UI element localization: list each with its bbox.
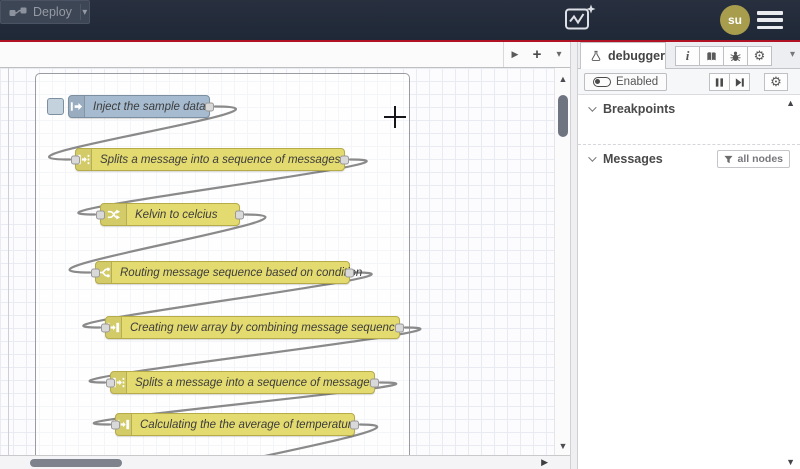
chevron-down-icon	[588, 103, 597, 112]
message-filter-button[interactable]: all nodes	[717, 150, 790, 168]
book-icon	[705, 50, 718, 63]
flow-node-change[interactable]: Kelvin to celcius	[96, 203, 244, 226]
deploy-button[interactable]: Deploy ▾	[0, 0, 90, 24]
scroll-up-icon[interactable]: ▲	[555, 74, 571, 84]
info-tab-button[interactable]: i	[675, 46, 700, 66]
sidebar-menu-caret-icon[interactable]: ▾	[790, 49, 795, 60]
flow-tabbar: ▶ + ▾	[0, 42, 570, 68]
node-label: Creating new array by combining message …	[130, 321, 402, 334]
node-output-port[interactable]	[235, 210, 244, 219]
pause-button[interactable]	[709, 73, 730, 91]
flow-node-join[interactable]: Calculating the the average of temperatu…	[111, 413, 359, 436]
step-forward-icon	[734, 77, 745, 88]
canvas-vertical-scrollbar[interactable]: ▲ ▼	[554, 68, 570, 455]
node-input-port[interactable]	[106, 378, 115, 387]
sidebar-tab-buttons: i ⚙	[675, 46, 772, 66]
node-input-port[interactable]	[101, 323, 110, 332]
sidebar-tabbar: debugger i ⚙ ▾	[578, 42, 800, 69]
breakpoints-section-header[interactable]: Breakpoints	[578, 95, 800, 123]
funnel-icon	[724, 155, 734, 164]
scroll-down-icon[interactable]: ▼	[555, 441, 571, 451]
sidebar-scroll-down-icon[interactable]: ▼	[786, 457, 795, 467]
breakpoints-list	[578, 123, 800, 145]
user-avatar[interactable]: su	[720, 5, 750, 35]
flow-sparkle-icon	[564, 4, 597, 37]
debugger-enabled-toggle[interactable]: Enabled	[584, 73, 668, 91]
debugger-step-controls	[709, 73, 750, 91]
flow-list-button[interactable]: ▾	[548, 42, 570, 67]
flow-tab-actions: ▶ + ▾	[503, 42, 570, 67]
node-input-port[interactable]	[111, 420, 120, 429]
messages-title: Messages	[603, 152, 663, 166]
node-output-port[interactable]	[350, 420, 359, 429]
sidebar-resize-handle[interactable]	[570, 42, 578, 469]
node-output-port[interactable]	[345, 268, 354, 277]
menu-icon	[757, 11, 783, 15]
step-button[interactable]	[729, 73, 750, 91]
scroll-tabs-right-button[interactable]: ▶	[504, 42, 526, 67]
node-label: Splits a message into a sequence of mess…	[100, 153, 344, 166]
config-tab-button[interactable]: ⚙	[747, 46, 772, 66]
avatar-initials: su	[727, 13, 742, 27]
flow-node-switch[interactable]: Routing message sequence based on condit…	[91, 261, 362, 284]
node-label: Routing message sequence based on condit…	[120, 266, 363, 279]
flow-node-split[interactable]: Splits a message into a sequence of mess…	[106, 371, 379, 394]
tab-debugger[interactable]: debugger	[580, 42, 666, 69]
flow-preview-button[interactable]	[563, 4, 597, 37]
header-bar: Deploy ▾ su	[0, 0, 800, 40]
node-output-port[interactable]	[370, 378, 379, 387]
workspace: ▶ + ▾ Inject the sample data Splits a mes…	[0, 42, 570, 469]
node-input-port[interactable]	[96, 210, 105, 219]
flow-node-join[interactable]: Creating new array by combining message …	[101, 316, 404, 339]
flask-icon	[590, 50, 602, 62]
toggle-on-icon	[593, 77, 611, 87]
node-label: Inject the sample data	[93, 100, 206, 113]
add-flow-button[interactable]: +	[526, 42, 548, 67]
sidebar: debugger i ⚙ ▾ Enabled ⚙ Breakpoints Mes…	[578, 42, 800, 469]
breakpoints-title: Breakpoints	[603, 102, 676, 116]
messages-section-header[interactable]: Messages all nodes	[578, 145, 800, 173]
main-menu-button[interactable]	[757, 11, 783, 29]
deploy-node-icon	[9, 6, 27, 18]
node-output-port[interactable]	[205, 102, 214, 111]
deploy-caret-icon[interactable]: ▾	[80, 7, 89, 18]
help-tab-button[interactable]	[699, 46, 724, 66]
scroll-right-icon[interactable]: ▶	[541, 457, 548, 468]
sidebar-scroll-up-icon[interactable]: ▲	[786, 98, 795, 108]
node-input-port[interactable]	[91, 268, 100, 277]
inject-trigger-button[interactable]	[47, 98, 64, 115]
canvas-horizontal-scrollbar[interactable]: ▶	[0, 455, 570, 469]
node-input-port[interactable]	[71, 155, 80, 164]
node-output-port[interactable]	[340, 155, 349, 164]
deploy-label: Deploy	[33, 5, 72, 19]
inject-arrow-icon	[69, 96, 85, 117]
flow-canvas[interactable]: Inject the sample data Splits a message i…	[0, 68, 554, 455]
info-icon: i	[685, 48, 690, 63]
node-label: Splits a message into a sequence of mess…	[135, 376, 379, 389]
enabled-label: Enabled	[616, 76, 659, 88]
debugger-settings-button[interactable]: ⚙	[764, 73, 788, 91]
chevron-down-icon	[588, 153, 597, 162]
debug-tab-button[interactable]	[723, 46, 748, 66]
gear-icon: ⚙	[753, 48, 766, 63]
pause-icon	[714, 77, 725, 88]
tab-debugger-label: debugger	[608, 49, 665, 63]
gear-icon: ⚙	[770, 74, 782, 89]
message-filter-label: all nodes	[737, 153, 783, 165]
vertical-scroll-thumb[interactable]	[558, 95, 568, 137]
horizontal-scroll-thumb[interactable]	[30, 459, 122, 467]
crosshair-cursor	[384, 106, 406, 128]
bug-icon	[729, 50, 742, 63]
flow-node-inject[interactable]: Inject the sample data	[47, 95, 214, 118]
debugger-panel: Breakpoints Messages all nodes	[578, 95, 800, 469]
node-output-port[interactable]	[395, 323, 404, 332]
debugger-toolbar: Enabled ⚙	[578, 69, 800, 95]
flow-node-split[interactable]: Splits a message into a sequence of mess…	[71, 148, 349, 171]
node-label: Kelvin to celcius	[135, 208, 218, 221]
node-label: Calculating the the average of temperatu…	[140, 418, 358, 431]
